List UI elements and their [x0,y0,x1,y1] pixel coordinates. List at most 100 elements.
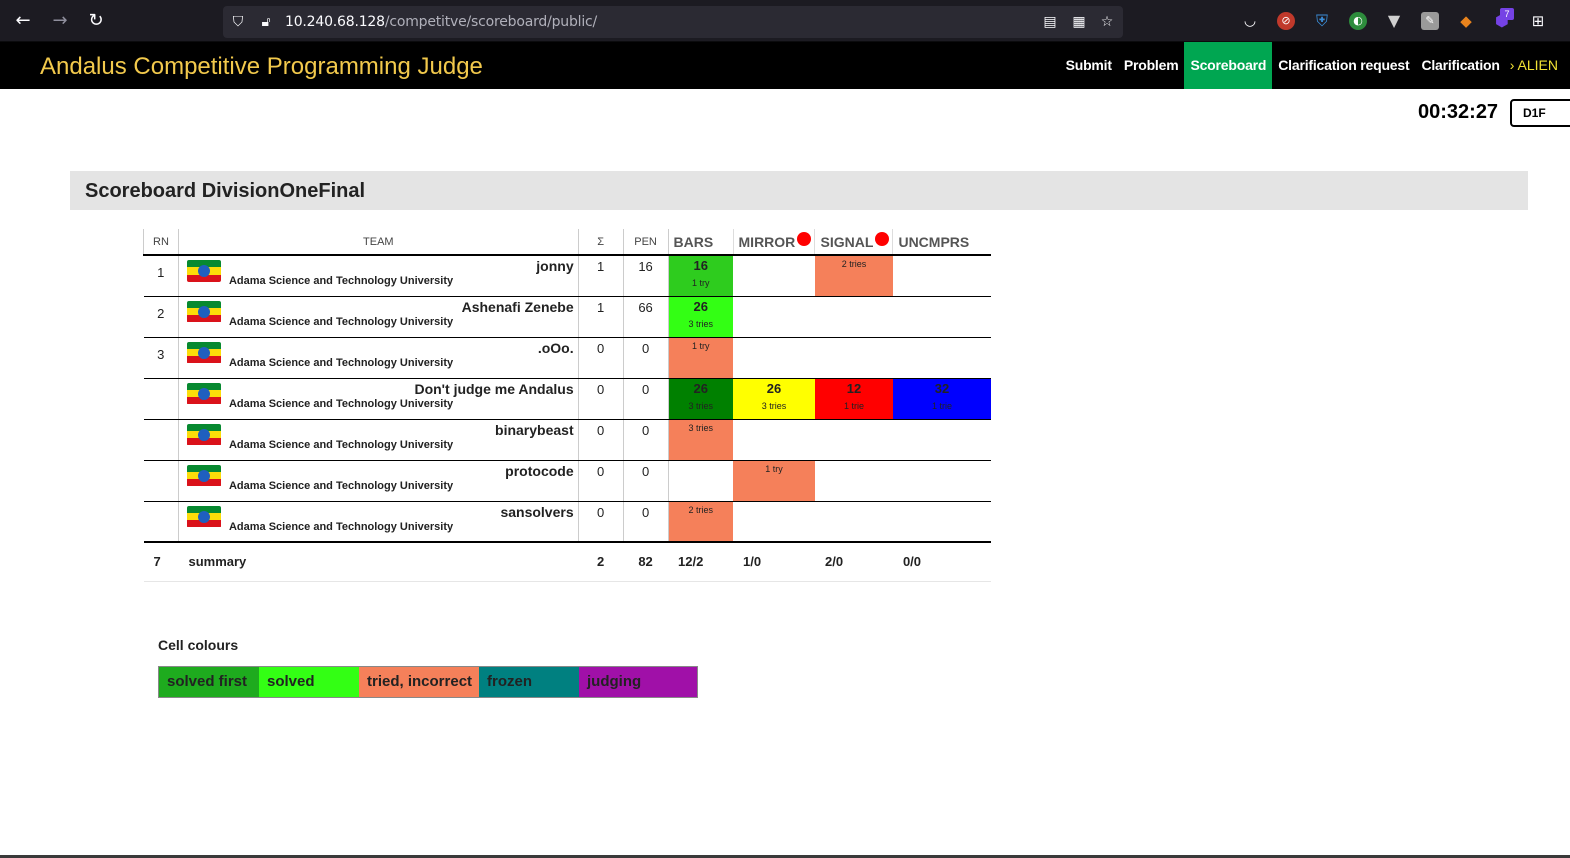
team-rank: 3 [143,337,179,379]
tries-count: 1 trie [931,400,952,411]
team-score: 0 [578,419,624,461]
url-text[interactable]: 10.240.68.128/competitve/scoreboard/publ… [285,14,597,30]
user-menu[interactable]: › ALIEN [1506,42,1558,89]
team-cell[interactable]: Don't judge me Andalus Adama Science and… [178,378,579,420]
ethiopia-flag-icon [186,300,221,323]
legend-item: solved first [159,667,259,697]
insecure-lock-icon[interactable]: 🔓︎ [257,13,275,31]
problem-cell [892,460,991,502]
header-problem[interactable]: SIGNAL [814,229,893,256]
problem-cell [814,501,893,543]
team-penalty: 0 [623,337,669,379]
main-nav: Submit Problem Scoreboard Clarification … [1060,42,1558,89]
summary-score: 2 [578,541,624,582]
team-rank [143,378,179,420]
tries-count: 3 tries [688,400,714,411]
site-title[interactable]: Andalus Competitive Programming Judge [40,53,483,81]
team-score: 0 [578,460,624,502]
team-row[interactable]: Don't judge me Andalus Adama Science and… [143,378,991,420]
team-row[interactable]: 1 jonny Adama Science and Technology Uni… [143,255,991,297]
header-problem[interactable]: BARS [667,229,734,256]
pocket-icon[interactable]: ◡ [1241,12,1259,30]
shield-icon[interactable]: ⛉ [229,13,247,31]
summary-problem: 12/2 [668,541,734,582]
legend-item: frozen [479,667,579,697]
team-cell[interactable]: binarybeast Adama Science and Technology… [178,419,579,461]
problem-cell [892,419,991,461]
team-cell[interactable]: sansolvers Adama Science and Technology … [178,501,579,543]
team-cell[interactable]: Ashenafi Zenebe Adama Science and Techno… [178,296,579,338]
tries-count: 1 try [765,463,783,474]
nav-clarification[interactable]: Clarification [1415,42,1505,89]
ethiopia-flag-icon [186,382,221,405]
url-path: /competitve/scoreboard/public/ [384,14,598,30]
problem-cell [733,255,815,297]
team-cell[interactable]: protocode Adama Science and Technology U… [178,460,579,502]
tries-count: 2 tries [688,504,714,515]
team-score: 1 [578,296,624,338]
adblock-extension-icon[interactable]: ⊘ [1277,12,1295,30]
problem-cell: 26 3 tries [668,378,734,420]
extensions-puzzle-icon[interactable]: ⊞ [1529,12,1547,30]
team-score: 0 [578,501,624,543]
tries-count: 3 tries [688,422,714,433]
problem-cell: 3 tries [668,419,734,461]
team-affiliation: Adama Science and Technology University [228,438,454,451]
team-name: .oOo. [537,339,574,356]
team-row[interactable]: 3 .oOo. Adama Science and Technology Uni… [143,337,991,379]
address-bar[interactable]: ⛉ 🔓︎ 10.240.68.128/competitve/scoreboard… [223,6,1123,38]
vue-devtools-icon[interactable]: ▼ [1385,12,1403,30]
problem-cell [733,501,815,543]
ethiopia-flag-icon [186,260,221,282]
nav-clarification-request[interactable]: Clarification request [1272,42,1415,89]
team-penalty: 16 [623,255,669,297]
team-score: 1 [578,255,624,297]
qr-code-icon[interactable]: ▦ [1070,13,1088,31]
notes-extension-icon[interactable]: ✎ [1421,12,1439,30]
solve-time: 26 [766,380,782,396]
division-selector[interactable]: D1F [1510,99,1570,127]
team-row[interactable]: 2 Ashenafi Zenebe Adama Science and Tech… [143,296,991,338]
team-affiliation: Adama Science and Technology University [228,520,454,533]
cell-colour-legend: solved first solved tried, incorrect frozen… [158,666,698,698]
back-arrow-icon[interactable]: ← [13,11,33,31]
scoreboard-title: Scoreboard DivisionOneFinal [85,180,366,202]
forward-arrow-icon[interactable]: → [50,11,70,31]
bookmark-star-icon[interactable]: ☆ [1098,13,1116,31]
team-cell[interactable]: jonny Adama Science and Technology Unive… [178,255,579,297]
team-name: binarybeast [495,421,574,438]
problem-cell: 32 1 trie [892,378,991,420]
header-rank: RN [143,229,179,256]
nav-problem[interactable]: Problem [1118,42,1185,89]
nav-scoreboard[interactable]: Scoreboard [1184,42,1273,89]
team-row[interactable]: protocode Adama Science and Technology U… [143,460,991,502]
team-affiliation: Adama Science and Technology University [228,315,454,328]
problem-cell [814,337,893,379]
reader-view-icon[interactable]: ▤ [1041,13,1059,31]
team-affiliation: Adama Science and Technology University [228,275,454,287]
header-problem[interactable]: MIRROR [732,229,815,256]
problem-label: MIRROR [738,233,796,250]
solve-time: 26 [693,380,709,396]
team-cell[interactable]: .oOo. Adama Science and Technology Unive… [178,337,579,379]
team-row[interactable]: binarybeast Adama Science and Technology… [143,419,991,461]
problem-cell: 1 try [733,460,815,502]
tries-count: 3 tries [688,318,714,329]
color-picker-icon[interactable]: ◐ [1349,12,1367,30]
team-row[interactable]: sansolvers Adama Science and Technology … [143,501,991,543]
extension-badge: 7 [1500,8,1514,20]
metamask-fox-icon[interactable]: ◆ [1457,12,1475,30]
solve-time: 16 [693,258,709,273]
legend-item: solved [259,667,359,697]
problem-cell [814,296,893,338]
tries-count: 1 try [692,278,710,288]
reload-icon[interactable]: ↻ [86,11,106,31]
nav-submit[interactable]: Submit [1060,42,1118,89]
problem-cell [814,419,893,461]
team-score: 0 [578,378,624,420]
problem-cell: 26 3 tries [733,378,815,420]
problem-cell: 1 try [668,337,734,379]
vpn-shield-icon[interactable]: ⛨ [1313,12,1331,30]
header-problem[interactable]: UNCMPRS [892,229,991,256]
team-name: Ashenafi Zenebe [461,298,574,315]
